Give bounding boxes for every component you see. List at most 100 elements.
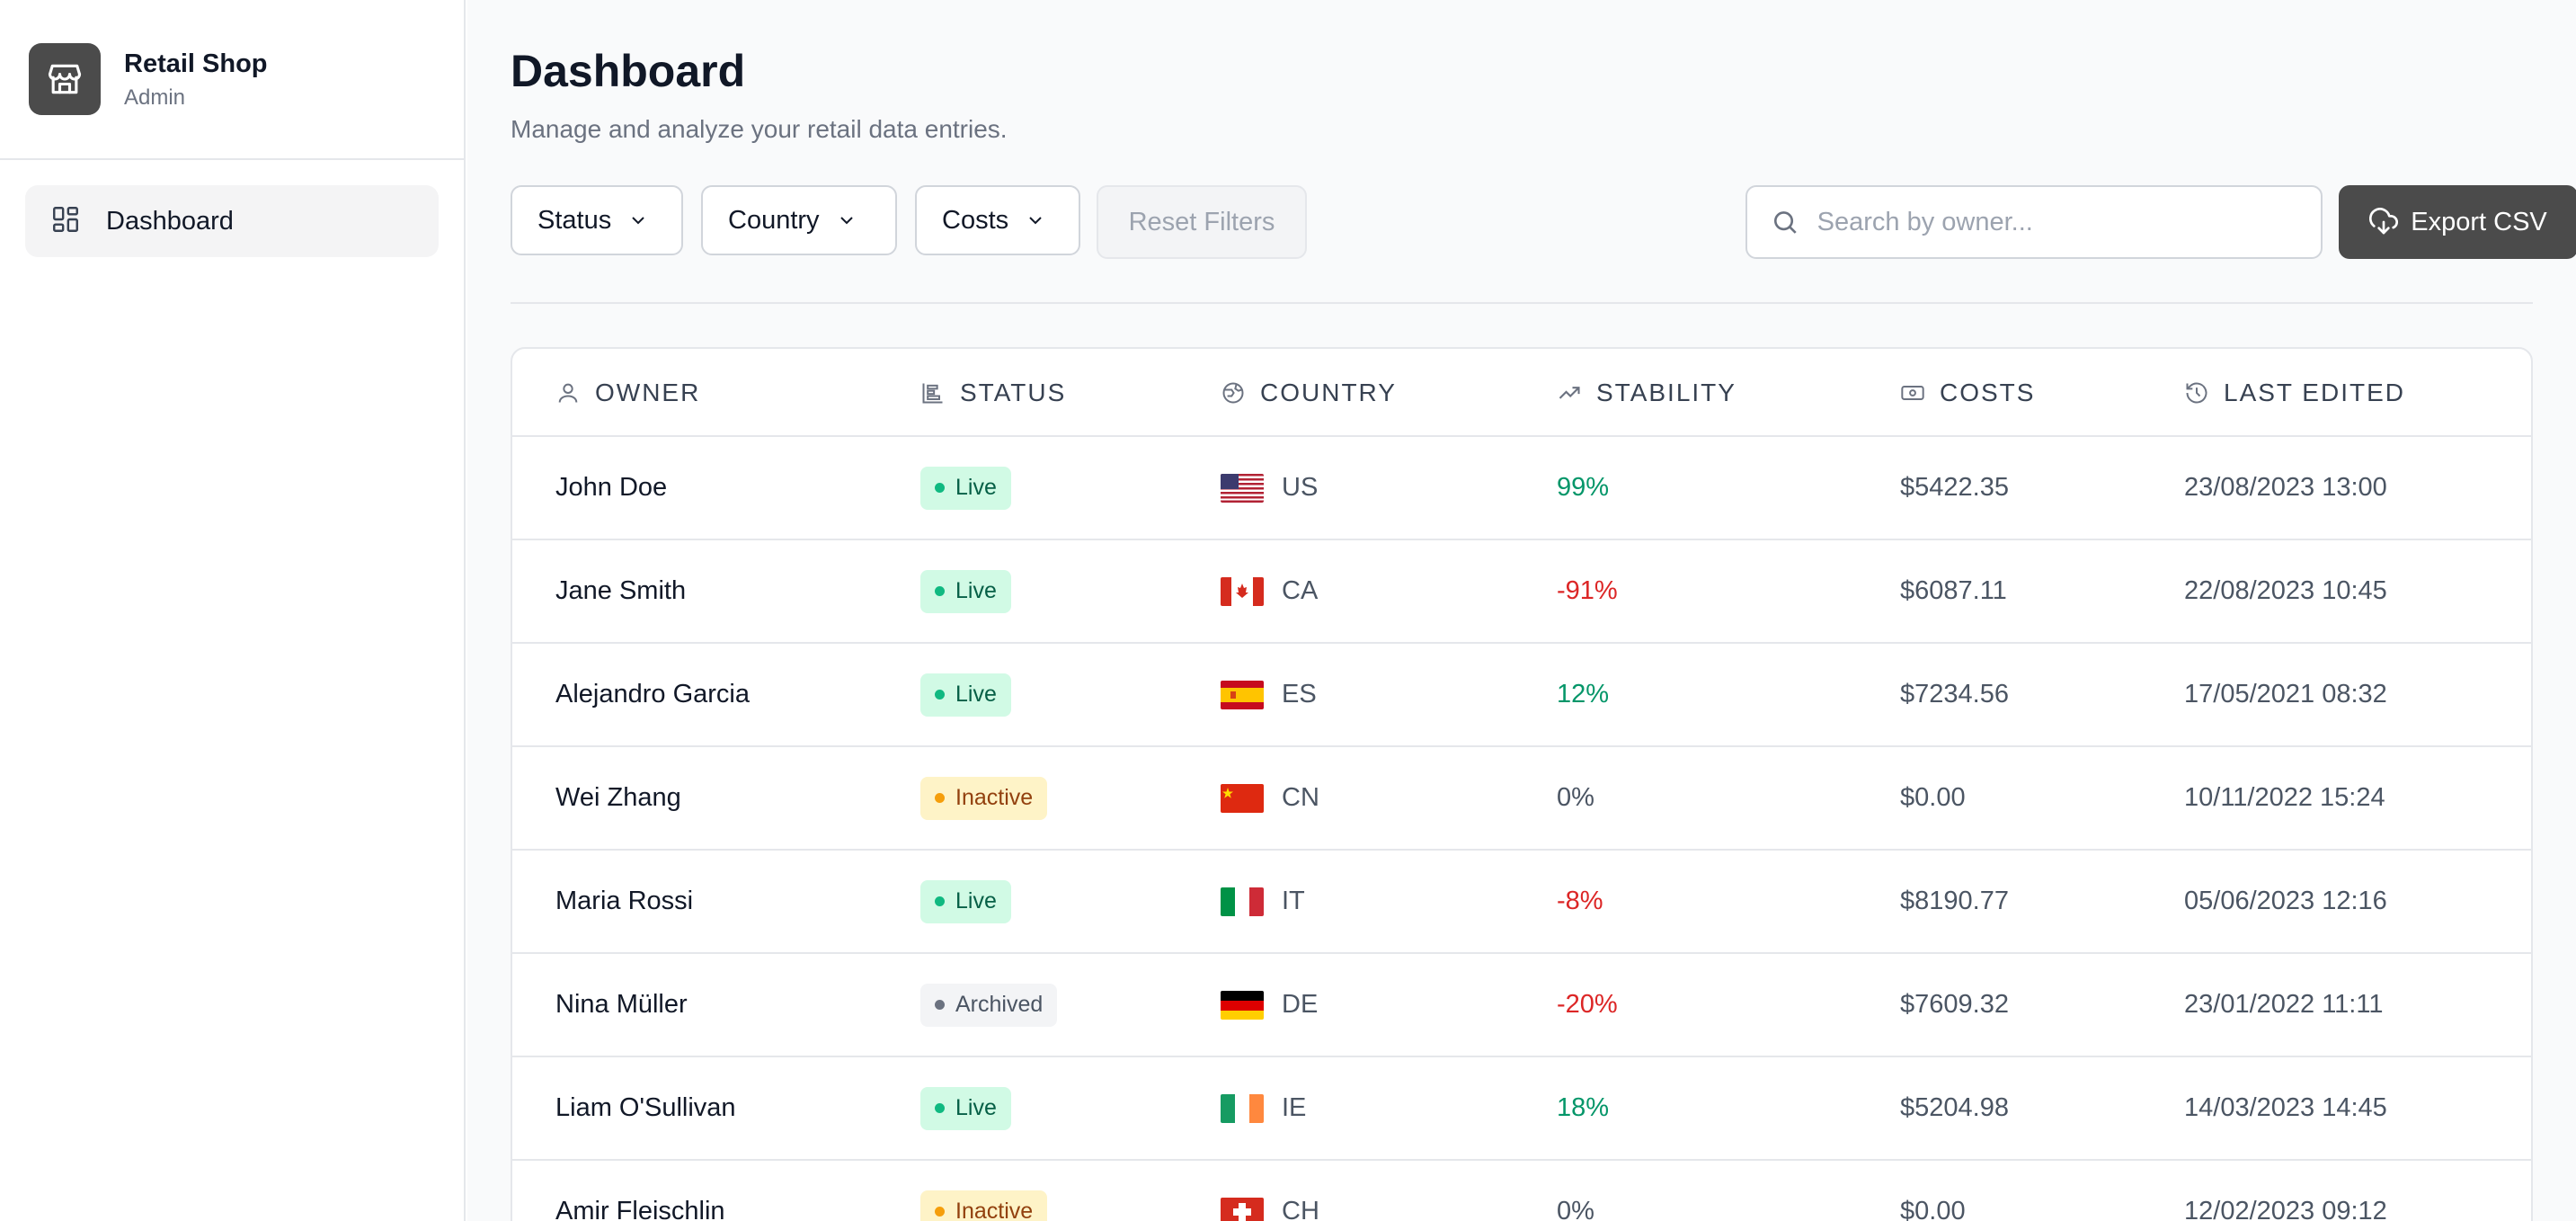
store-icon xyxy=(29,43,101,115)
chevron-down-icon xyxy=(632,217,644,225)
divider xyxy=(511,302,2533,304)
search-input[interactable] xyxy=(1817,207,2297,237)
column-label: STATUS xyxy=(960,379,1067,406)
brand-title: Retail Shop xyxy=(124,49,268,79)
ie-flag-icon xyxy=(1221,1093,1264,1123)
status-label: Live xyxy=(955,888,997,914)
export-csv-button[interactable]: Export CSV xyxy=(2339,185,2576,259)
column-header-country[interactable]: COUNTRY xyxy=(1221,349,1397,437)
last-edited-cell: 17/05/2021 08:32 xyxy=(2184,680,2387,709)
stability-cell: 0% xyxy=(1557,783,1594,812)
stability-cell: -91% xyxy=(1557,576,1618,605)
export-label: Export CSV xyxy=(2411,207,2547,236)
country-cell: IT xyxy=(1221,851,1305,952)
country-cell: IE xyxy=(1221,1057,1306,1159)
table-row[interactable]: Nina Müller Archived DE -20% $7609.32 23… xyxy=(512,954,2531,1057)
costs-cell: $6087.11 xyxy=(1900,576,2007,605)
owner-cell: Nina Müller xyxy=(555,990,688,1019)
status-label: Live xyxy=(955,578,997,603)
table-row[interactable]: Alejandro Garcia Live ES 12% $7234.56 17… xyxy=(512,644,2531,747)
costs-cell: $0.00 xyxy=(1900,783,1966,812)
column-header-status[interactable]: STATUS xyxy=(920,349,1066,437)
costs-filter-button[interactable]: Costs xyxy=(915,185,1080,255)
owner-cell: Wei Zhang xyxy=(555,783,681,812)
brand-subtitle: Admin xyxy=(124,85,186,110)
column-header-last-edited[interactable]: LAST EDITED xyxy=(2184,349,2405,437)
sidebar-item-dashboard[interactable]: Dashboard xyxy=(25,185,439,257)
us-flag-icon xyxy=(1221,473,1264,503)
table-row[interactable]: Maria Rossi Live IT -8% $8190.77 05/06/2… xyxy=(512,851,2531,954)
owner-cell: Maria Rossi xyxy=(555,887,694,915)
costs-cell: $5422.35 xyxy=(1900,473,2009,502)
stability-cell: 0% xyxy=(1557,1197,1594,1221)
country-code: ES xyxy=(1282,680,1317,709)
status-label: Inactive xyxy=(955,785,1034,810)
toolbar: Status Country Costs Reset Filters Expor… xyxy=(511,185,2576,259)
column-label: COUNTRY xyxy=(1260,379,1397,406)
column-label: STABILITY xyxy=(1596,379,1737,406)
cash-icon xyxy=(1901,386,1924,400)
last-edited-cell: 23/01/2022 11:11 xyxy=(2184,990,2384,1019)
table-row[interactable]: John Doe Live US 99% $5422.35 23/08/2023… xyxy=(512,437,2531,540)
es-flag-icon xyxy=(1221,680,1264,709)
ch-flag-icon xyxy=(1221,1197,1264,1221)
country-cell: CH xyxy=(1221,1161,1319,1221)
page-title: Dashboard xyxy=(511,46,746,96)
last-edited-cell: 10/11/2022 15:24 xyxy=(2184,783,2385,812)
column-header-costs[interactable]: COSTS xyxy=(1900,349,2035,437)
status-badge: Inactive xyxy=(920,776,1048,820)
owner-cell: John Doe xyxy=(555,473,668,502)
country-code: CH xyxy=(1282,1197,1319,1221)
filter-label: Status xyxy=(537,205,612,235)
status-cell: Live xyxy=(920,644,1011,745)
main-content: Dashboard Manage and analyze your retail… xyxy=(467,0,2576,1221)
country-code: CA xyxy=(1282,576,1319,605)
column-header-owner[interactable]: OWNER xyxy=(555,349,700,437)
cn-flag-icon xyxy=(1221,783,1264,813)
costs-cell: $5204.98 xyxy=(1900,1093,2009,1122)
country-cell: US xyxy=(1221,437,1318,539)
country-filter-button[interactable]: Country xyxy=(701,185,897,255)
country-code: DE xyxy=(1282,990,1319,1019)
costs-cell: $0.00 xyxy=(1900,1197,1966,1221)
status-filter-button[interactable]: Status xyxy=(511,185,683,255)
de-flag-icon xyxy=(1221,990,1264,1020)
last-edited-cell: 05/06/2023 12:16 xyxy=(2184,887,2387,915)
table-row[interactable]: Liam O'Sullivan Live IE 18% $5204.98 14/… xyxy=(512,1057,2531,1161)
last-edited-cell: 22/08/2023 10:45 xyxy=(2184,576,2387,605)
status-cell: Archived xyxy=(920,954,1058,1056)
table-row[interactable]: Jane Smith Live CA -91% $6087.11 22/08/2… xyxy=(512,540,2531,644)
country-cell: DE xyxy=(1221,954,1318,1056)
owner-cell: Liam O'Sullivan xyxy=(555,1093,736,1122)
stability-cell: 18% xyxy=(1557,1093,1610,1122)
owner-cell: Jane Smith xyxy=(555,576,687,605)
status-badge: Live xyxy=(920,879,1011,923)
table-row[interactable]: Amir Fleischlin Inactive CH 0% $0.00 12/… xyxy=(512,1161,2531,1221)
stability-cell: 12% xyxy=(1557,680,1610,709)
owner-cell: Alejandro Garcia xyxy=(555,680,750,709)
reset-filters-button[interactable]: Reset Filters xyxy=(1097,185,1307,259)
bar-chart-icon xyxy=(922,383,943,404)
brand-header: Retail Shop Admin xyxy=(0,0,464,160)
user-icon xyxy=(558,383,578,403)
country-cell: ES xyxy=(1221,644,1317,745)
table-header: OWNER STATUS COUNTRY STABILITY COSTS LAS… xyxy=(512,349,2531,437)
status-cell: Live xyxy=(920,1057,1011,1159)
status-badge: Archived xyxy=(920,983,1058,1027)
status-label: Live xyxy=(955,1095,997,1120)
sidebar: Retail Shop Admin Dashboard xyxy=(0,0,466,1221)
filter-label: Country xyxy=(728,205,820,235)
sidebar-nav: Dashboard xyxy=(0,160,464,282)
stability-cell: 99% xyxy=(1557,473,1610,502)
column-header-stability[interactable]: STABILITY xyxy=(1557,349,1737,437)
ca-flag-icon xyxy=(1221,576,1264,606)
table-row[interactable]: Wei Zhang Inactive CN 0% $0.00 10/11/202… xyxy=(512,747,2531,851)
costs-cell: $8190.77 xyxy=(1900,887,2009,915)
chevron-down-icon xyxy=(839,217,853,225)
filter-label: Costs xyxy=(942,205,1009,235)
stability-cell: -8% xyxy=(1557,887,1603,915)
country-code: CN xyxy=(1282,783,1319,812)
status-badge: Inactive xyxy=(920,1190,1048,1221)
search-icon xyxy=(1773,211,1797,234)
cloud-download-icon xyxy=(2369,208,2399,235)
